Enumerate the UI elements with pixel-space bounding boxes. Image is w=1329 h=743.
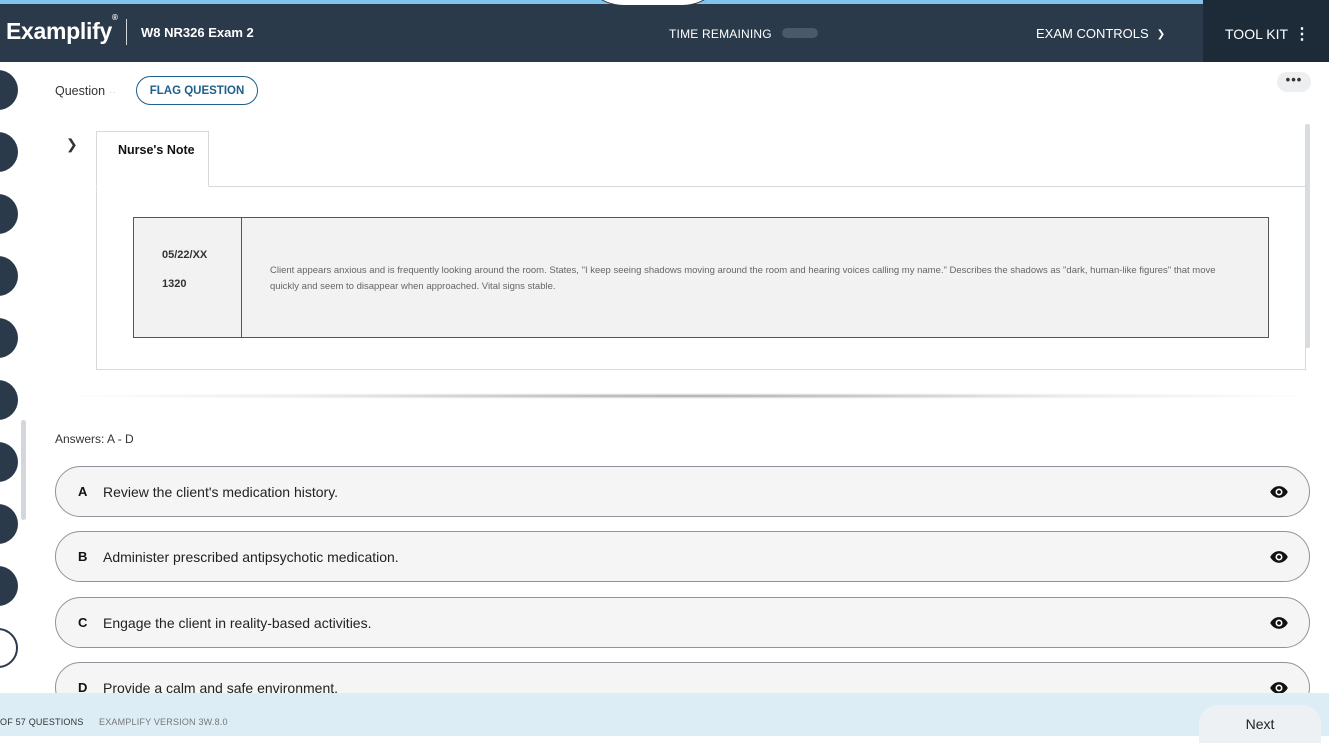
question-nav-item[interactable] — [0, 442, 18, 482]
note-datetime-cell: 05/22/XX 1320 — [134, 218, 242, 337]
note-time: 1320 — [162, 278, 187, 290]
question-nav-item[interactable] — [0, 70, 18, 110]
time-remaining-label: TIME REMAINING — [669, 27, 772, 41]
collapse-chevron-icon[interactable]: ❯ — [66, 136, 78, 153]
question-nav-item[interactable] — [0, 132, 18, 172]
eye-icon[interactable] — [1268, 613, 1290, 633]
answer-letter: C — [78, 615, 88, 630]
tab-nurses-note[interactable]: Nurse's Note — [96, 131, 209, 187]
answer-text: Engage the client in reality-based activ… — [103, 615, 372, 631]
question-label: Question ·· — [55, 84, 116, 98]
note-date: 05/22/XX — [162, 249, 208, 261]
question-count: OF 57 QUESTIONS — [0, 717, 84, 727]
answer-letter: B — [78, 549, 88, 564]
footer-bar: OF 57 QUESTIONS EXAMPLIFY VERSION 3W.8.0 — [0, 693, 1329, 736]
answer-option-c[interactable]: C Engage the client in reality-based act… — [55, 597, 1310, 648]
exam-title: W8 NR326 Exam 2 — [141, 25, 254, 40]
question-nav-item[interactable] — [0, 256, 18, 296]
question-nav-item[interactable] — [0, 380, 18, 420]
eye-icon[interactable] — [1268, 547, 1290, 567]
section-divider — [80, 393, 1300, 399]
question-nav-item-current[interactable] — [0, 628, 18, 668]
chevron-down-icon: ❯ — [1156, 29, 1166, 40]
time-remaining-value — [782, 28, 818, 38]
answer-letter: A — [78, 484, 88, 499]
answer-text: Administer prescribed antipsychotic medi… — [103, 549, 399, 565]
answer-option-a[interactable]: A Review the client's medication history… — [55, 466, 1310, 517]
app-version: EXAMPLIFY VERSION 3W.8.0 — [99, 717, 228, 727]
more-options-button[interactable]: ••• — [1277, 72, 1311, 92]
next-button[interactable]: Next — [1199, 705, 1321, 743]
examplify-logo: Examplify® — [6, 13, 118, 44]
header-separator — [126, 19, 127, 45]
note-text: Client appears anxious and is frequently… — [270, 265, 1216, 292]
vertical-dots-icon: ⋮ — [1294, 26, 1311, 43]
answers-label: Answers: A - D — [55, 432, 134, 446]
question-nav-item[interactable] — [0, 194, 18, 234]
tool-kit-button[interactable]: TOOL KIT ⋮ — [1203, 0, 1329, 62]
nav-scrollbar[interactable] — [21, 420, 26, 520]
flag-question-button[interactable]: FLAG QUESTION — [136, 76, 258, 105]
question-nav-item[interactable] — [0, 566, 18, 606]
panel-scrollbar[interactable] — [1305, 124, 1310, 348]
answer-text: Review the client's medication history. — [103, 484, 339, 500]
top-bar: Examplify® W8 NR326 Exam 2 TIME REMAININ… — [0, 0, 1329, 62]
exam-controls-menu[interactable]: EXAM CONTROLS ❯ — [1036, 26, 1165, 41]
question-nav-item[interactable] — [0, 504, 18, 544]
eye-icon[interactable] — [1268, 482, 1290, 502]
nurses-note-table: 05/22/XX 1320 Client appears anxious and… — [133, 217, 1269, 338]
question-nav-item[interactable] — [0, 318, 18, 358]
answer-option-b[interactable]: B Administer prescribed antipsychotic me… — [55, 531, 1310, 582]
